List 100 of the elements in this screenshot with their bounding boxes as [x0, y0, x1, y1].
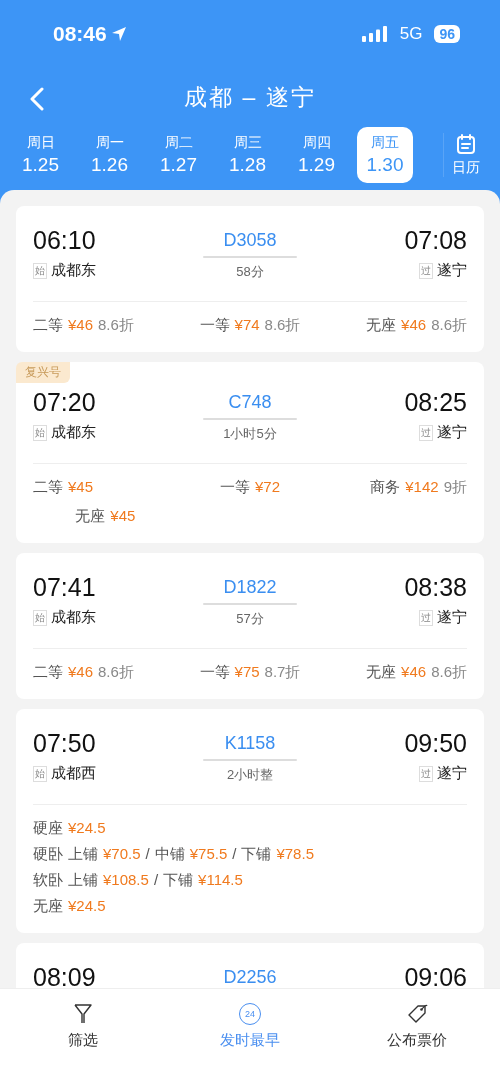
fare-price: ¥72 [254, 478, 280, 497]
train-card[interactable]: 06:10 始 成都东 D3058 58分 07:08 过 遂宁 二等 ¥46 8.6折 一等 ¥74 8.6折 无座 ¥46 8.6折 [16, 206, 484, 352]
station-tag: 过 [419, 765, 433, 782]
departure-station: 成都东 [51, 608, 96, 627]
date-tab[interactable]: 周二 1.27 [144, 127, 213, 183]
seat-class: 一等 [219, 478, 250, 497]
train-card[interactable]: 07:50 始 成都西 K1158 2小时整 09:50 过 遂宁 硬座 ¥24.5 硬卧 上铺 ¥70.5 / 中铺 ¥75.5 / 下铺 ¥78.5 软卧 上铺 ¥108.5 / 下铺 ¥114.5 无座 ¥24.5 [16, 709, 484, 933]
calendar-icon [456, 133, 476, 155]
separator: / [153, 871, 159, 890]
fare-price: ¥46 [401, 663, 427, 682]
signal-icon [361, 26, 388, 42]
train-badge: 复兴号 [16, 362, 70, 383]
seat-class: 无座 [366, 316, 397, 335]
berth-label: 下铺 [163, 871, 194, 890]
route-title: 成都 – 遂宁 [184, 82, 316, 112]
station-tag: 始 [33, 609, 47, 626]
departure-station: 成都东 [51, 423, 96, 442]
seat-class: 无座 [75, 507, 106, 526]
arrival-station: 遂宁 [437, 608, 467, 627]
arrival-time: 08:25 [404, 388, 467, 417]
fare-price: ¥78.5 [276, 845, 314, 864]
discount: 9折 [443, 478, 467, 497]
fare-price: ¥45 [68, 478, 94, 497]
departure-station: 成都东 [51, 261, 96, 280]
fare-price: ¥24.5 [68, 819, 106, 838]
date-tab[interactable]: 周一 1.26 [75, 127, 144, 183]
fare-price: ¥46 [68, 663, 94, 682]
fare-price: ¥108.5 [103, 871, 149, 890]
discount: 8.6折 [431, 663, 467, 682]
station-tag: 过 [419, 424, 433, 441]
duration: 57分 [236, 610, 264, 628]
departure-time: 07:50 [33, 729, 96, 758]
fare-price: ¥70.5 [103, 845, 141, 864]
fare-price: ¥46 [68, 316, 94, 335]
seat-class: 一等 [199, 316, 230, 335]
fare-price: ¥74 [234, 316, 260, 335]
seat-class: 二等 [33, 478, 63, 497]
duration: 58分 [236, 263, 264, 281]
date-tab[interactable]: 周四 1.29 [282, 127, 351, 183]
seat-class: 硬座 [33, 819, 63, 838]
seat-class: 商务 [370, 478, 401, 497]
station-tag: 过 [419, 262, 433, 279]
fare-price: ¥142 [405, 478, 439, 497]
fare-price: ¥75 [234, 663, 260, 682]
station-tag: 始 [33, 424, 47, 441]
network-label: 5G [399, 24, 423, 44]
departure-station: 成都西 [51, 764, 96, 783]
departure-time: 07:41 [33, 573, 96, 602]
arrival-station: 遂宁 [437, 764, 467, 783]
fare-price: ¥46 [401, 316, 427, 335]
arrival-time: 08:38 [404, 573, 467, 602]
date-tab[interactable]: 周五 1.30 [357, 127, 413, 183]
filter-icon [73, 1003, 94, 1025]
toolbar-button[interactable]: 公布票价 [356, 1003, 477, 1050]
seat-class: 硬卧 [33, 845, 63, 864]
train-card[interactable]: 复兴号 07:20 始 成都东 C748 1小时5分 08:25 过 遂宁 二等 ¥45 一等 ¥72 商务 ¥142 9折 无座 ¥45 [16, 362, 484, 543]
discount: 8.6折 [98, 316, 134, 335]
discount: 8.6折 [98, 663, 134, 682]
fare-price: ¥45 [110, 507, 136, 526]
train-number: C748 [228, 392, 272, 413]
station-tag: 始 [33, 765, 47, 782]
seat-class: 软卧 [33, 871, 63, 890]
seat-class: 二等 [33, 316, 63, 335]
separator: / [145, 845, 150, 864]
berth-label: 下铺 [241, 845, 272, 864]
status-time: 08:46 [53, 22, 107, 46]
discount: 8.6折 [264, 316, 301, 335]
duration: 1小时5分 [223, 425, 277, 443]
battery-level: 96 [434, 25, 460, 43]
arrival-time: 09:06 [404, 963, 467, 988]
train-number: K1158 [224, 733, 276, 754]
toolbar-button[interactable]: 24 发时最早 [190, 1003, 310, 1050]
seat-class: 二等 [33, 663, 63, 682]
berth-label: 中铺 [154, 845, 185, 864]
train-number: D3058 [223, 230, 277, 251]
arrival-station: 遂宁 [437, 261, 467, 280]
departure-time: 06:10 [33, 226, 96, 255]
separator: / [232, 845, 237, 864]
seat-class: 无座 [33, 897, 63, 916]
location-arrow-icon [110, 26, 127, 42]
date-tab[interactable]: 周日 1.25 [6, 127, 75, 183]
toolbar-button[interactable]: 筛选 [23, 1003, 144, 1050]
date-tab[interactable]: 周三 1.28 [213, 127, 282, 183]
fare-price: ¥75.5 [189, 845, 228, 864]
arrival-station: 遂宁 [437, 423, 467, 442]
train-card[interactable]: 08:09 D2256 09:06 [16, 943, 484, 988]
duration: 2小时整 [226, 766, 274, 784]
fare-price: ¥24.5 [68, 897, 106, 916]
train-card[interactable]: 07:41 始 成都东 D1822 57分 08:38 过 遂宁 二等 ¥46 8.6折 一等 ¥75 8.7折 无座 ¥46 8.6折 [16, 553, 484, 699]
station-tag: 过 [419, 609, 433, 626]
seat-class: 无座 [366, 663, 397, 682]
berth-label: 上铺 [68, 845, 98, 864]
departure-time: 08:09 [33, 963, 96, 988]
departure-time: 07:20 [33, 388, 96, 417]
discount: 8.6折 [431, 316, 467, 335]
train-number: D1822 [223, 577, 277, 598]
berth-label: 上铺 [68, 871, 98, 890]
calendar-button[interactable]: 日历 [443, 133, 488, 177]
discount: 8.7折 [264, 663, 301, 682]
arrival-time: 09:50 [404, 729, 467, 758]
